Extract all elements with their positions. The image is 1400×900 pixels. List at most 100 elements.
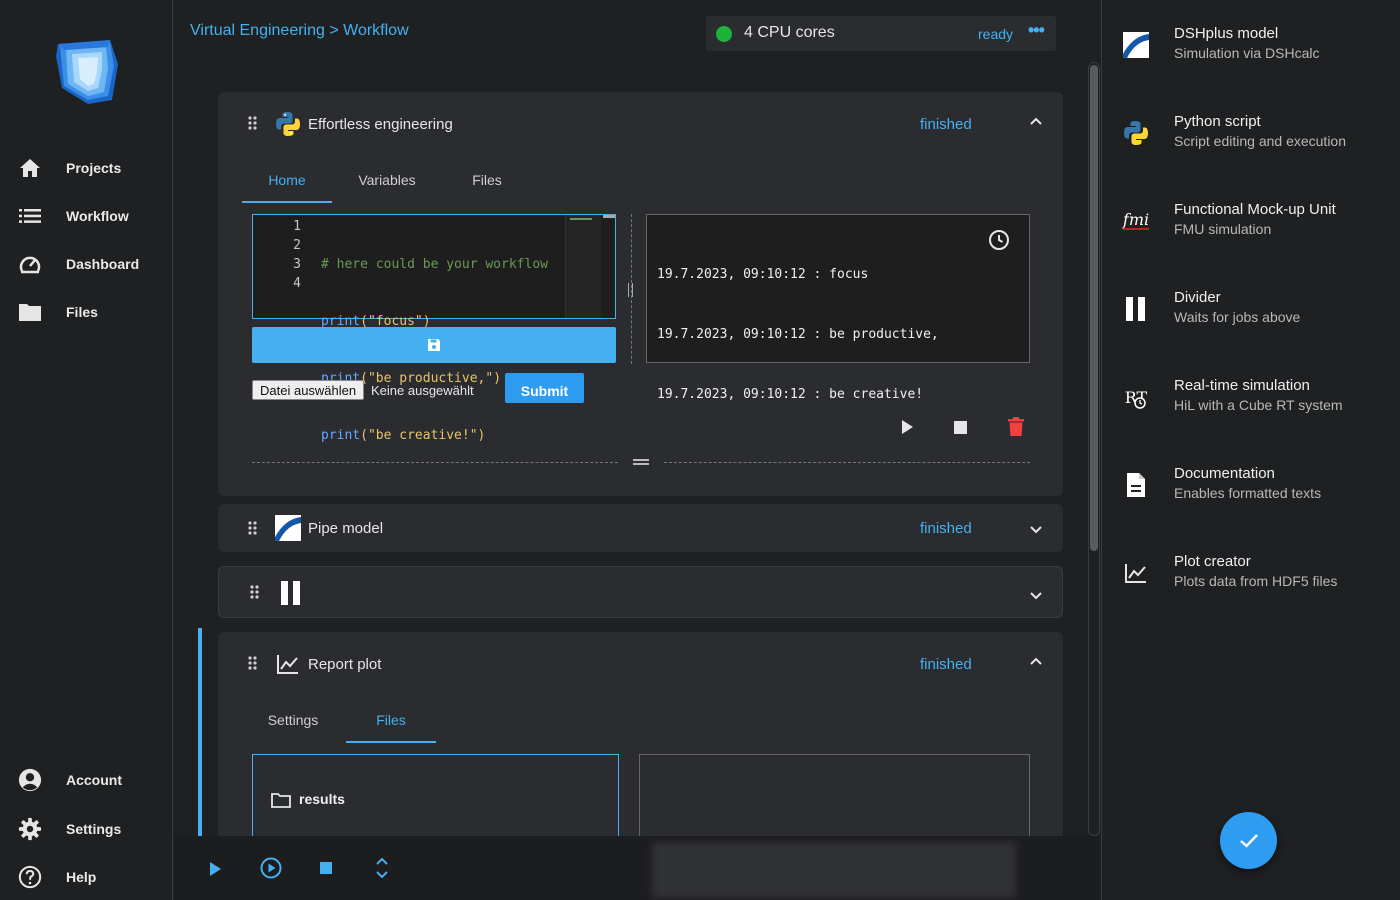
output-console: 19.7.2023, 09:10:12 : focus 19.7.2023, 0… <box>646 214 1030 402</box>
code-editor[interactable]: 1 2 3 4 # here could be your workflow pr… <box>252 214 616 443</box>
blurred-notification <box>652 842 1016 898</box>
library-item-subtitle: Script editing and execution <box>1174 133 1346 149</box>
library-item-subtitle: Plots data from HDF5 files <box>1174 573 1338 589</box>
document-icon <box>1122 471 1150 499</box>
delete-icon[interactable] <box>1008 417 1024 436</box>
app-logo[interactable] <box>52 38 122 106</box>
breadcrumb[interactable]: Virtual Engineering > Workflow <box>190 22 409 40</box>
tab-indicator <box>346 741 436 743</box>
active-job-indicator <box>198 628 202 838</box>
nav-dashboard[interactable]: Dashboard <box>18 250 139 278</box>
pause-icon <box>281 581 300 605</box>
folder-icon <box>18 300 42 324</box>
editor-scrollbar[interactable] <box>603 215 615 218</box>
submit-button[interactable]: Submit <box>505 373 584 403</box>
bottom-toolbar <box>174 836 1100 900</box>
account-icon <box>18 768 42 792</box>
nav-workflow-label: Workflow <box>66 208 129 224</box>
job-library-panel: DSHplus model Simulation via DSHcalc Pyt… <box>1101 0 1400 900</box>
drag-handle-icon[interactable] <box>247 656 259 670</box>
code-minimap[interactable] <box>565 215 601 318</box>
fmi-icon: fmi <box>1122 207 1150 235</box>
nav-help[interactable]: Help <box>18 863 96 891</box>
nav-workflow[interactable]: Workflow <box>18 202 129 230</box>
tab-files[interactable]: Files <box>346 712 436 728</box>
scrollbar-track[interactable] <box>1088 62 1100 836</box>
nav-settings[interactable]: Settings <box>18 815 121 843</box>
save-button[interactable] <box>252 327 616 363</box>
run-from-here-icon[interactable] <box>260 857 282 879</box>
stop-all-icon[interactable] <box>320 862 332 874</box>
drag-handle-icon[interactable] <box>249 585 261 599</box>
tab-files[interactable]: Files <box>442 172 532 188</box>
library-item-title: Divider <box>1174 289 1221 306</box>
line-number: 2 <box>293 238 301 253</box>
file-choose-button[interactable]: Datei auswählen <box>252 380 365 400</box>
library-item-title: DSHplus model <box>1174 25 1279 42</box>
dshplus-icon <box>275 515 301 541</box>
python-icon <box>276 112 300 136</box>
more-icon[interactable]: ••• <box>1028 20 1045 41</box>
card-title: Report plot <box>308 656 382 673</box>
library-item-subtitle: FMU simulation <box>1174 221 1272 237</box>
splitter-handle-icon[interactable] <box>627 283 635 297</box>
stop-icon[interactable] <box>954 421 967 434</box>
output-line: 19.7.2023, 09:10:12 : be creative! <box>657 387 924 402</box>
cpu-status-box: 4 CPU cores ready ••• <box>706 16 1056 51</box>
gauge-icon <box>18 252 42 276</box>
library-item-fmu[interactable]: fmi Functional Mock-up Unit FMU simulati… <box>1122 201 1392 251</box>
expand-collapse-icon[interactable] <box>376 857 388 879</box>
chevron-up-icon[interactable] <box>1030 117 1042 125</box>
confirm-fab[interactable] <box>1220 812 1277 869</box>
library-item-subtitle: Simulation via DSHcalc <box>1174 45 1320 61</box>
drag-handle-icon[interactable] <box>247 521 259 535</box>
sidebar: Projects Workflow Dashboard Files Accoun… <box>0 0 173 900</box>
plot-icon <box>277 655 298 674</box>
pipe-card: Pipe model finished <box>218 504 1063 552</box>
job-status: finished <box>920 656 972 673</box>
tab-home[interactable]: Home <box>242 172 332 188</box>
nav-projects[interactable]: Projects <box>18 154 121 182</box>
card-title: Effortless engineering <box>308 116 453 133</box>
nav-account-label: Account <box>66 772 122 788</box>
line-number: 4 <box>293 276 301 291</box>
card-title: Pipe model <box>308 520 384 537</box>
library-item-realtime[interactable]: RT Real-time simulation HiL with a Cube … <box>1122 377 1392 427</box>
library-item-documentation[interactable]: Documentation Enables formatted texts <box>1122 465 1392 515</box>
file-none-label: Keine ausgewählt <box>371 383 474 398</box>
library-item-plot[interactable]: Plot creator Plots data from HDF5 files <box>1122 553 1392 603</box>
divider-line <box>664 462 1030 463</box>
drag-handle-icon[interactable] <box>247 116 259 130</box>
tab-settings[interactable]: Settings <box>248 712 338 728</box>
chevron-up-icon[interactable] <box>1030 657 1042 665</box>
scrollbar-thumb[interactable] <box>1090 65 1098 551</box>
rt-icon: RT <box>1122 383 1150 411</box>
python-icon <box>1122 119 1150 147</box>
status-dot-icon <box>716 26 732 42</box>
history-clock-icon[interactable] <box>988 229 1010 251</box>
job-status: finished <box>920 520 972 537</box>
line-number: 1 <box>293 219 301 234</box>
play-icon[interactable] <box>900 419 914 435</box>
tab-variables[interactable]: Variables <box>342 172 432 188</box>
nav-files-label: Files <box>66 304 98 320</box>
nav-files[interactable]: Files <box>18 298 98 326</box>
run-all-icon[interactable] <box>209 862 221 876</box>
tab-indicator <box>242 201 332 203</box>
library-item-title: Plot creator <box>1174 553 1251 570</box>
resize-handle-icon[interactable] <box>633 459 649 465</box>
library-item-dshplus[interactable]: DSHplus model Simulation via DSHcalc <box>1122 25 1392 75</box>
cpu-label: 4 CPU cores <box>744 24 835 41</box>
output-line: 19.7.2023, 09:10:12 : be productive, <box>657 327 939 342</box>
chevron-down-icon[interactable] <box>1030 526 1042 534</box>
folder-outline-icon <box>271 793 291 808</box>
library-item-subtitle: Enables formatted texts <box>1174 485 1322 501</box>
library-item-divider[interactable]: Divider Waits for jobs above <box>1122 289 1392 339</box>
nav-account[interactable]: Account <box>18 766 122 794</box>
library-item-subtitle: HiL with a Cube RT system <box>1174 397 1343 413</box>
library-item-python[interactable]: Python script Script editing and executi… <box>1122 113 1392 163</box>
chevron-down-icon[interactable] <box>1030 592 1042 600</box>
line-number: 3 <box>293 257 301 272</box>
library-item-title: Documentation <box>1174 465 1275 482</box>
plot-icon <box>1122 559 1150 587</box>
